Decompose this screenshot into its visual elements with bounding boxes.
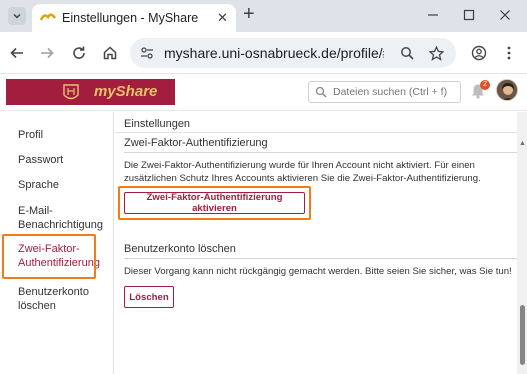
- browser-toolbar: myshare.uni-osnabrueck.de/profile/#tw...: [0, 32, 527, 74]
- page-title: Einstellungen: [124, 118, 191, 130]
- twofa-description: Die Zwei-Faktor-Authentifizierung wurde …: [124, 160, 481, 184]
- sidebar-item-benutzerkonto-loeschen[interactable]: Benutzerkonto löschen: [18, 285, 108, 313]
- forward-icon[interactable]: [36, 42, 58, 64]
- app-logo[interactable]: myShare: [6, 79, 175, 105]
- settings-main: Einstellungen Zwei-Faktor-Authentifizier…: [115, 112, 517, 374]
- delete-divider: [124, 258, 517, 259]
- settings-sidebar: Profil Passwort Sprache E-Mail-Benachric…: [0, 112, 114, 374]
- menu-kebab-icon[interactable]: [498, 42, 520, 64]
- url-text[interactable]: myshare.uni-osnabrueck.de/profile/#tw...: [164, 45, 384, 61]
- scroll-up-icon[interactable]: ▲: [519, 140, 526, 147]
- delete-description: Dieser Vorgang kann nicht rückgängig gem…: [124, 266, 512, 277]
- sidebar-item-email-benachrichtigung[interactable]: E-Mail-Benachrichtigung: [18, 204, 110, 232]
- sidebar-item-sprache[interactable]: Sprache: [18, 178, 59, 192]
- myshare-favicon-icon: [40, 13, 56, 21]
- file-search[interactable]: [308, 81, 461, 103]
- notification-badge: 2: [480, 80, 490, 90]
- avatar[interactable]: [496, 79, 518, 101]
- university-seal-icon: [63, 84, 79, 100]
- tab-close-icon[interactable]: ✕: [217, 11, 228, 25]
- bookmark-star-icon[interactable]: [427, 44, 445, 62]
- delete-heading: Benutzerkonto löschen: [124, 243, 236, 255]
- home-icon[interactable]: [99, 42, 121, 64]
- scroll-thumb[interactable]: [520, 305, 525, 365]
- sidebar-item-passwort[interactable]: Passwort: [18, 153, 63, 167]
- twofa-heading: Zwei-Faktor-Authentifizierung: [124, 137, 268, 149]
- logo-text: myShare: [94, 83, 158, 100]
- zoom-icon[interactable]: [398, 44, 416, 62]
- title-divider: [115, 132, 517, 133]
- search-input[interactable]: [333, 85, 457, 99]
- twofa-divider: [124, 152, 517, 153]
- tab-search-button[interactable]: [8, 7, 26, 25]
- browser-tab[interactable]: Einstellungen - MyShare ✕: [32, 4, 236, 32]
- new-tab-icon[interactable]: +: [243, 3, 255, 25]
- active-item-highlight: [2, 234, 96, 279]
- close-window-icon[interactable]: [494, 5, 516, 25]
- chevron-down-icon: [13, 13, 21, 19]
- page-scrollbar[interactable]: ▲: [517, 112, 527, 374]
- site-info-icon[interactable]: [138, 44, 156, 62]
- search-icon: [315, 86, 327, 98]
- back-icon[interactable]: [6, 42, 28, 64]
- delete-account-button[interactable]: Löschen: [124, 286, 174, 308]
- sidebar-item-profil[interactable]: Profil: [18, 128, 43, 142]
- reload-icon[interactable]: [68, 42, 90, 64]
- tab-title: Einstellungen - MyShare: [62, 11, 199, 25]
- activate-twofa-button[interactable]: Zwei-Faktor-Authentifizierung aktivieren: [124, 192, 305, 214]
- maximize-icon[interactable]: [458, 5, 480, 25]
- tab-strip: Einstellungen - MyShare ✕ +: [0, 0, 527, 32]
- minimize-icon[interactable]: [422, 5, 444, 25]
- profile-icon[interactable]: [468, 42, 490, 64]
- address-bar[interactable]: myshare.uni-osnabrueck.de/profile/#tw...: [130, 38, 456, 68]
- app-header: myShare 2: [0, 75, 527, 111]
